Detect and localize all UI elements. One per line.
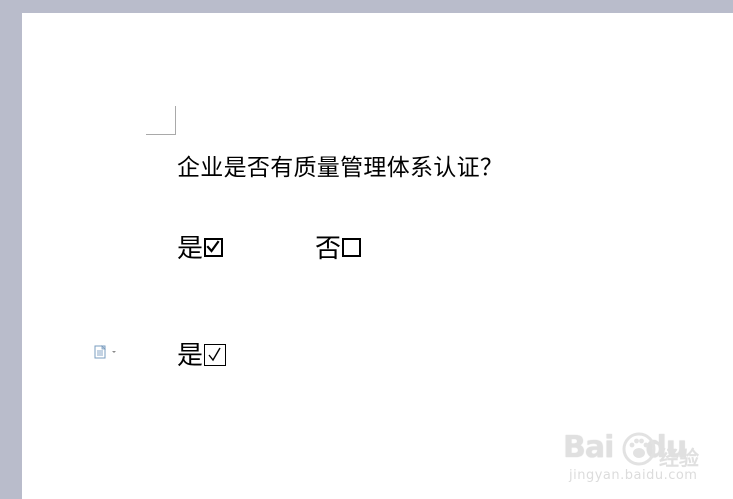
option-no-label: 否	[315, 233, 342, 264]
question-text[interactable]: 企业是否有质量管理体系认证？	[177, 148, 503, 182]
example-line[interactable]: 是	[177, 336, 227, 371]
example-label: 是	[177, 340, 204, 371]
document-page[interactable]: 企业是否有质量管理体系认证？ 是 否 是 Bai du 经验 jingyan.b…	[22, 13, 733, 499]
ballot-box-check-icon	[204, 343, 227, 366]
clipboard-icon	[94, 345, 116, 359]
checkbox-unchecked-icon[interactable]	[342, 238, 362, 257]
watermark-url: jingyan.baidu.com	[569, 468, 698, 483]
paste-options-button[interactable]	[94, 344, 120, 359]
paw-logo-icon	[622, 432, 656, 466]
watermark-product: 经验	[659, 446, 699, 470]
option-no[interactable]: 否	[315, 229, 362, 264]
checkbox-checked-icon[interactable]	[204, 238, 224, 257]
option-yes-label: 是	[177, 233, 204, 264]
margin-corner-mark	[146, 106, 176, 135]
baidu-watermark: Bai du 经验 jingyan.baidu.com	[559, 430, 719, 486]
chevron-down-icon	[112, 351, 116, 353]
option-yes[interactable]: 是	[177, 229, 224, 264]
